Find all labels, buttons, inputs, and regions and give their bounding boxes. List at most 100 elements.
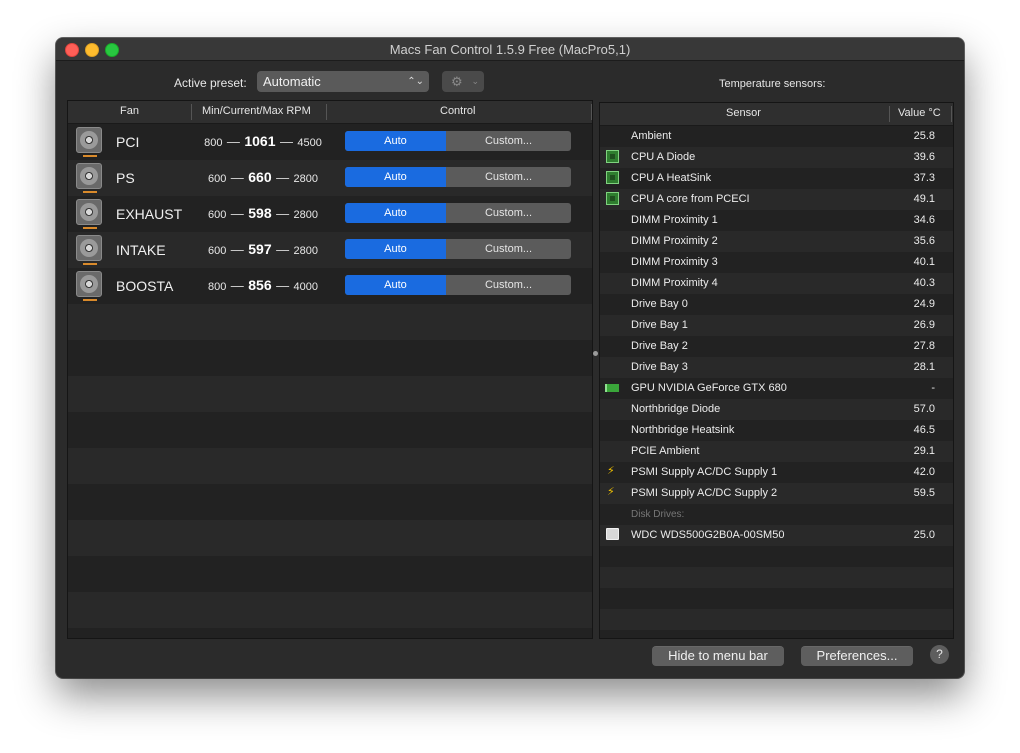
rpm-separator: — <box>230 206 244 221</box>
preferences-button[interactable]: Preferences... <box>801 646 913 666</box>
auto-control-button[interactable]: Auto <box>345 239 446 259</box>
sensor-name: WDC WDS500G2B0A-00SM50 <box>631 529 785 541</box>
sensor-row[interactable]: Northbridge Heatsink 46.5 <box>600 420 953 441</box>
custom-control-button[interactable]: Custom... <box>446 275 571 295</box>
cpu-chip-icon <box>606 171 619 184</box>
sensor-value: - <box>931 382 935 394</box>
sensor-row[interactable]: Drive Bay 3 28.1 <box>600 357 953 378</box>
column-header-sensor[interactable]: Sensor <box>726 107 761 119</box>
fan-min-rpm: 800 <box>204 137 223 149</box>
fan-name: PCI <box>116 134 140 150</box>
column-header-value[interactable]: Value °C <box>898 107 941 119</box>
sensor-name: CPU A Diode <box>631 151 696 163</box>
auto-control-button[interactable]: Auto <box>345 275 446 295</box>
fan-row: BOOSTA 800 — 856 — 4000 Auto Custom... <box>68 268 592 304</box>
sensor-value: 39.6 <box>913 151 935 163</box>
custom-control-button[interactable]: Custom... <box>446 239 571 259</box>
fan-current-rpm: 660 <box>248 169 272 185</box>
sensor-row[interactable]: DIMM Proximity 1 34.6 <box>600 210 953 231</box>
empty-row <box>68 592 592 628</box>
sensor-row[interactable]: DIMM Proximity 2 35.6 <box>600 231 953 252</box>
fan-speed-bar <box>83 299 97 301</box>
sensor-row[interactable]: DIMM Proximity 3 40.1 <box>600 252 953 273</box>
sensor-value: 34.6 <box>913 214 935 226</box>
sensor-name: Northbridge Heatsink <box>631 424 735 436</box>
fan-rpm: 600 — 598 — 2800 <box>188 205 338 223</box>
sensor-row[interactable]: ⚡ PSMI Supply AC/DC Supply 2 59.5 <box>600 483 953 504</box>
column-header-control[interactable]: Control <box>440 105 475 117</box>
fan-min-rpm: 600 <box>207 245 227 257</box>
title-bar[interactable]: Macs Fan Control 1.5.9 Free (MacPro5,1) <box>56 38 964 61</box>
active-preset-label: Active preset: <box>174 76 247 90</box>
sensor-row[interactable]: CPU A Diode 39.6 <box>600 147 953 168</box>
sensor-row[interactable]: CPU A core from PCECI 49.1 <box>600 189 953 210</box>
sensor-row[interactable]: DIMM Proximity 4 40.3 <box>600 273 953 294</box>
column-header-rpm[interactable]: Min/Current/Max RPM <box>202 105 311 117</box>
fan-control-segmented[interactable]: Auto Custom... <box>345 239 571 259</box>
sensor-row[interactable]: Drive Bay 1 26.9 <box>600 315 953 336</box>
rpm-separator: — <box>279 134 293 149</box>
active-preset-select[interactable]: Automatic ⌃⌄ <box>257 71 429 92</box>
fan-icon <box>76 127 102 157</box>
fan-control-segmented[interactable]: Auto Custom... <box>345 131 571 151</box>
sensor-row[interactable]: Drive Bay 0 24.9 <box>600 294 953 315</box>
fan-icon <box>76 163 102 193</box>
column-divider <box>326 104 327 120</box>
fan-current-rpm: 598 <box>248 205 272 221</box>
sensor-value: 46.5 <box>913 424 935 436</box>
sensor-name: Northbridge Diode <box>631 403 721 415</box>
sensor-name: DIMM Proximity 4 <box>631 277 718 289</box>
column-divider <box>191 104 192 120</box>
power-bolt-icon: ⚡ <box>607 486 615 498</box>
fan-speed-bar <box>83 191 97 193</box>
sensor-row[interactable]: CPU A HeatSink 37.3 <box>600 168 953 189</box>
sensor-value: 40.3 <box>913 277 935 289</box>
sensor-row[interactable]: WDC WDS500G2B0A-00SM50 25.0 <box>600 525 953 546</box>
custom-control-button[interactable]: Custom... <box>446 203 571 223</box>
sensor-value: 37.3 <box>913 172 935 184</box>
sensor-value: 49.1 <box>913 193 935 205</box>
sensor-row[interactable]: Drive Bay 2 27.8 <box>600 336 953 357</box>
help-button[interactable]: ? <box>930 645 949 664</box>
rpm-separator: — <box>230 170 244 185</box>
fan-control-segmented[interactable]: Auto Custom... <box>345 203 571 223</box>
fan-current-rpm: 856 <box>248 277 272 293</box>
column-header-fan[interactable]: Fan <box>120 105 139 117</box>
sensor-row[interactable]: ⚡ PSMI Supply AC/DC Supply 1 42.0 <box>600 462 953 483</box>
hide-to-menu-bar-button[interactable]: Hide to menu bar <box>652 646 784 666</box>
sensor-value: 26.9 <box>913 319 935 331</box>
split-view-divider-handle[interactable] <box>593 351 598 356</box>
fan-row: INTAKE 600 — 597 — 2800 Auto Custom... <box>68 232 592 268</box>
gpu-card-icon <box>605 384 619 392</box>
rpm-separator: — <box>230 278 244 293</box>
auto-control-button[interactable]: Auto <box>345 131 446 151</box>
fan-rpm: 800 — 1061 — 4500 <box>188 133 338 151</box>
sensor-row[interactable]: GPU NVIDIA GeForce GTX 680 - <box>600 378 953 399</box>
sensor-row[interactable]: Ambient 25.8 <box>600 126 953 147</box>
auto-control-button[interactable]: Auto <box>345 167 446 187</box>
sensor-name: CPU A core from PCECI <box>631 193 750 205</box>
preset-gear-button[interactable]: ⚙ ⌄ <box>442 71 484 92</box>
fan-icon <box>76 199 102 229</box>
custom-control-button[interactable]: Custom... <box>446 167 571 187</box>
section-header: Disk Drives: <box>600 504 953 525</box>
sensor-name: DIMM Proximity 2 <box>631 235 718 247</box>
window-title: Macs Fan Control 1.5.9 Free (MacPro5,1) <box>389 42 631 57</box>
sensor-row[interactable]: PCIE Ambient 29.1 <box>600 441 953 462</box>
auto-control-button[interactable]: Auto <box>345 203 446 223</box>
sensor-name: DIMM Proximity 3 <box>631 256 718 268</box>
fan-blade <box>80 239 98 257</box>
rpm-separator: — <box>276 242 290 257</box>
fan-control-segmented[interactable]: Auto Custom... <box>345 275 571 295</box>
custom-control-button[interactable]: Custom... <box>446 131 571 151</box>
fan-control-segmented[interactable]: Auto Custom... <box>345 167 571 187</box>
sensor-value: 35.6 <box>913 235 935 247</box>
fan-blade <box>80 131 98 149</box>
sensor-row[interactable]: Northbridge Diode 57.0 <box>600 399 953 420</box>
fan-name: PS <box>116 170 135 186</box>
power-bolt-icon: ⚡ <box>607 465 615 477</box>
fan-name: INTAKE <box>116 242 166 258</box>
empty-row <box>68 340 592 376</box>
sensor-name: DIMM Proximity 1 <box>631 214 718 226</box>
gear-icon: ⚙ <box>451 74 463 89</box>
